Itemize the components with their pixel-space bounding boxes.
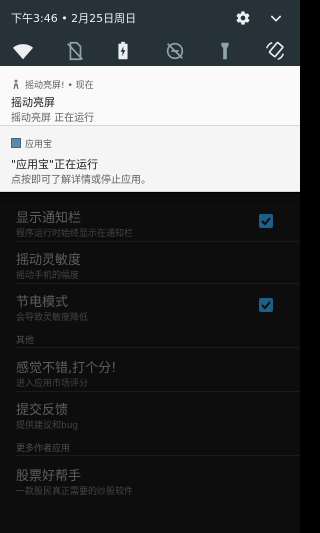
pref-title: 节电模式	[16, 295, 69, 310]
pref-subtitle: 进入应用市场评分	[16, 379, 89, 389]
person-icon	[13, 79, 19, 89]
do-not-disturb-off-icon[interactable]	[164, 40, 186, 62]
flashlight-icon[interactable]	[214, 40, 236, 62]
pref-subtitle: 一款股民真正需要的炒股软件	[16, 487, 134, 497]
divider	[16, 455, 300, 456]
pref-subtitle: 提供建议和bug	[16, 421, 79, 431]
checkbox-checked-icon[interactable]	[258, 213, 274, 229]
notification-app-name: 摇动亮屏! • 现在	[25, 81, 94, 91]
notification-app-name: 应用宝	[25, 140, 53, 150]
status-bar: 下午3:46 • 2月25日周日	[0, 0, 300, 34]
notification-text: 点按即可了解详情或停止应用。	[11, 175, 151, 186]
pref-title: 摇动灵敏度	[16, 253, 82, 268]
notification-title: 摇动亮屏	[11, 96, 55, 109]
chevron-down-icon[interactable]	[268, 10, 284, 26]
divider	[16, 283, 300, 284]
pref-title: 股票好帮手	[16, 469, 82, 484]
quick-settings-row	[0, 38, 300, 64]
pref-title: 感觉不错,打个分!	[16, 361, 117, 376]
section-header-other: 其他	[16, 336, 35, 346]
app-icon	[11, 138, 21, 148]
notification-title: "应用宝"正在运行	[11, 158, 99, 171]
gear-icon[interactable]	[235, 10, 251, 26]
section-header-more-apps: 更多作者应用	[16, 444, 71, 454]
notification-shake-screen[interactable]: 摇动亮屏! • 现在 摇动亮屏 摇动亮屏 正在运行	[0, 66, 300, 126]
divider	[16, 347, 300, 348]
auto-rotate-icon[interactable]	[264, 40, 286, 62]
wifi-icon[interactable]	[12, 40, 34, 62]
notification-text: 摇动亮屏 正在运行	[11, 113, 95, 124]
settings-list: 显示通知栏 程序运行时始终显示在通知栏 摇动灵敏度 摇动手机的幅度 节电模式 会…	[0, 203, 300, 533]
notification-yingyongbao[interactable]: 应用宝 "应用宝"正在运行 点按即可了解详情或停止应用。	[0, 126, 300, 192]
sim-off-icon[interactable]	[64, 40, 86, 62]
pref-subtitle: 摇动手机的幅度	[16, 271, 80, 281]
pref-subtitle: 程序运行时始终显示在通知栏	[16, 229, 134, 239]
notification-shade: 下午3:46 • 2月25日周日	[0, 0, 300, 66]
battery-saver-icon[interactable]	[112, 40, 134, 62]
status-time-date: 下午3:46 • 2月25日周日	[11, 12, 137, 25]
divider	[16, 391, 300, 392]
pref-subtitle: 会导致灵敏度降低	[16, 313, 89, 323]
checkbox-checked-icon[interactable]	[258, 297, 274, 313]
divider	[16, 241, 300, 242]
pref-title: 提交反馈	[16, 403, 69, 418]
pref-title: 显示通知栏	[16, 211, 82, 226]
shade-gap	[0, 193, 300, 203]
